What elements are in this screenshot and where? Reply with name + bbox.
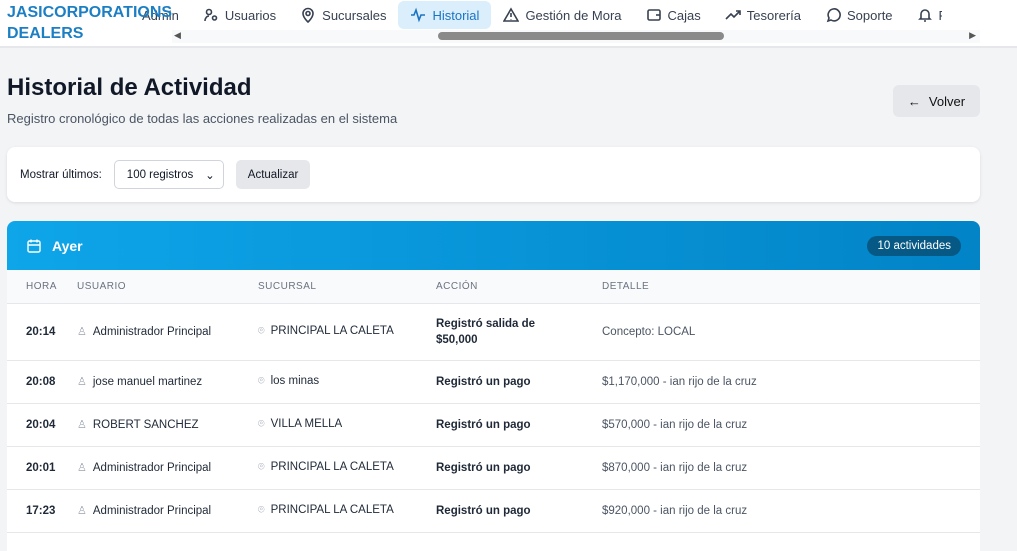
page-title: Historial de Actividad — [7, 74, 252, 101]
table-row: 17:23 ♙ Administrador Principal ⌾ PRINCIPA… — [7, 489, 980, 533]
map-pin-icon: ⌾ — [258, 375, 265, 387]
map-pin-icon — [302, 7, 314, 23]
back-button[interactable]: ← Volver — [893, 85, 980, 117]
brand-logo[interactable]: JASICORPORATIONS DEALERS — [7, 2, 172, 44]
user-icon: ♙ — [77, 462, 87, 474]
cell-sucursal: ⌾ PRINCIPAL LA CALETA — [258, 303, 436, 361]
cell-hora: 17:23 — [7, 489, 77, 533]
warning-icon — [503, 7, 520, 22]
bell-icon — [917, 9, 932, 22]
activity-table: HORA USUARIO SUCURSAL ACCIÓN DETALLE 20:… — [7, 270, 980, 533]
user-icon: ♙ — [77, 376, 87, 388]
cell-detalle: $1,170,000 - ian rijo de la cruz — [602, 360, 980, 404]
cell-usuario: ♙ Administrador Principal — [77, 489, 258, 533]
cell-detalle: $920,000 - ian rijo de la cruz — [602, 489, 980, 533]
user-icon: ♙ — [77, 505, 87, 517]
cell-accion: Registró un pago — [436, 360, 602, 404]
trending-up-icon — [725, 10, 741, 20]
group-header: Ayer 10 actividades — [7, 221, 980, 270]
nav-item-7[interactable]: Soporte — [813, 1, 905, 29]
column-header: HORA — [7, 270, 77, 304]
column-header: USUARIO — [77, 270, 258, 304]
cell-sucursal: ⌾ PRINCIPAL LA CALETA — [258, 489, 436, 533]
records-select[interactable]: 100 registros ⌄ — [113, 160, 224, 189]
map-pin-icon: ⌾ — [258, 418, 265, 430]
user-icon: ♙ — [77, 326, 87, 338]
map-pin-icon: ⌾ — [258, 504, 265, 516]
cell-sucursal: ⌾ los minas — [258, 360, 436, 404]
nav-item-2[interactable]: Sucursales — [288, 1, 398, 29]
nav-scrollbar[interactable]: ◀ ▶ — [172, 30, 980, 43]
filter-label: Mostrar últimos: — [20, 168, 102, 181]
group-title: Ayer — [52, 237, 83, 254]
cell-sucursal: ⌾ PRINCIPAL LA CALETA — [258, 446, 436, 490]
cell-accion: Registró un pago — [436, 489, 602, 533]
nav-item-3[interactable]: Historial — [398, 1, 492, 29]
cell-usuario: ♙ Administrador Principal — [77, 303, 258, 361]
cell-hora: 20:14 — [7, 303, 77, 361]
table-row: 20:14 ♙ Administrador Principal ⌾ PRINCIPA… — [7, 303, 980, 361]
refresh-button[interactable]: Actualizar — [235, 160, 311, 189]
activity-icon — [411, 7, 426, 23]
wallet-icon — [646, 9, 661, 21]
cell-detalle: $870,000 - ian rijo de la cruz — [602, 446, 980, 490]
cell-usuario: ♙ jose manuel martinez — [77, 360, 258, 404]
activity-group-card: Ayer 10 actividades HORA USUARIO SUCURSA… — [7, 221, 980, 551]
cell-detalle: $570,000 - ian rijo de la cruz — [602, 403, 980, 447]
scrollbar-thumb[interactable] — [438, 32, 724, 40]
nav-item-8[interactable]: Recordatorios — [905, 1, 942, 29]
user-icon: ♙ — [77, 419, 87, 431]
cell-hora: 20:04 — [7, 403, 77, 447]
chat-icon — [826, 8, 841, 23]
nav-item-5[interactable]: Cajas — [634, 1, 713, 29]
nav-menu: Admin Usuarios Sucursales Historial Gestión … — [142, 0, 942, 30]
cell-usuario: ♙ Administrador Principal — [77, 446, 258, 490]
map-pin-icon: ⌾ — [258, 461, 265, 473]
cell-sucursal: ⌾ VILLA MELLA — [258, 403, 436, 447]
column-header: SUCURSAL — [258, 270, 436, 304]
cell-accion: Registró salida de $50,000 — [436, 303, 602, 361]
table-row: 20:01 ♙ Administrador Principal ⌾ PRINCIPA… — [7, 446, 980, 490]
column-header: DETALLE — [602, 270, 980, 304]
table-row: 20:08 ♙ jose manuel martinez ⌾ los minas R… — [7, 360, 980, 404]
filter-bar: Mostrar últimos: 100 registros ⌄ Actualiz… — [7, 147, 980, 202]
table-row: 20:04 ♙ ROBERT SANCHEZ ⌾ VILLA MELLA Regis… — [7, 403, 980, 447]
scroll-right-arrow[interactable]: ▶ — [969, 30, 976, 41]
chevron-down-icon: ⌄ — [205, 169, 215, 182]
cell-accion: Registró un pago — [436, 403, 602, 447]
top-navbar: JASICORPORATIONS DEALERS Admin Usuarios Suc… — [0, 0, 1017, 48]
cell-hora: 20:08 — [7, 360, 77, 404]
cell-usuario: ♙ ROBERT SANCHEZ — [77, 403, 258, 447]
scroll-left-arrow[interactable]: ◀ — [174, 30, 181, 41]
activity-count-badge: 10 actividades — [867, 235, 961, 256]
arrow-left-icon: ← — [907, 93, 921, 109]
nav-item-4[interactable]: Gestión de Mora — [491, 1, 633, 29]
cell-accion: Registró un pago — [436, 446, 602, 490]
cell-hora: 20:01 — [7, 446, 77, 490]
map-pin-icon: ⌾ — [258, 325, 265, 337]
nav-item-6[interactable]: Tesorería — [713, 1, 813, 29]
cell-detalle: Concepto: LOCAL — [602, 303, 980, 361]
page-subtitle: Registro cronológico de todas las accion… — [7, 111, 398, 126]
calendar-icon — [27, 239, 41, 253]
users-icon — [204, 8, 218, 22]
column-header: ACCIÓN — [436, 270, 602, 304]
nav-item-1[interactable]: Usuarios — [191, 1, 288, 29]
